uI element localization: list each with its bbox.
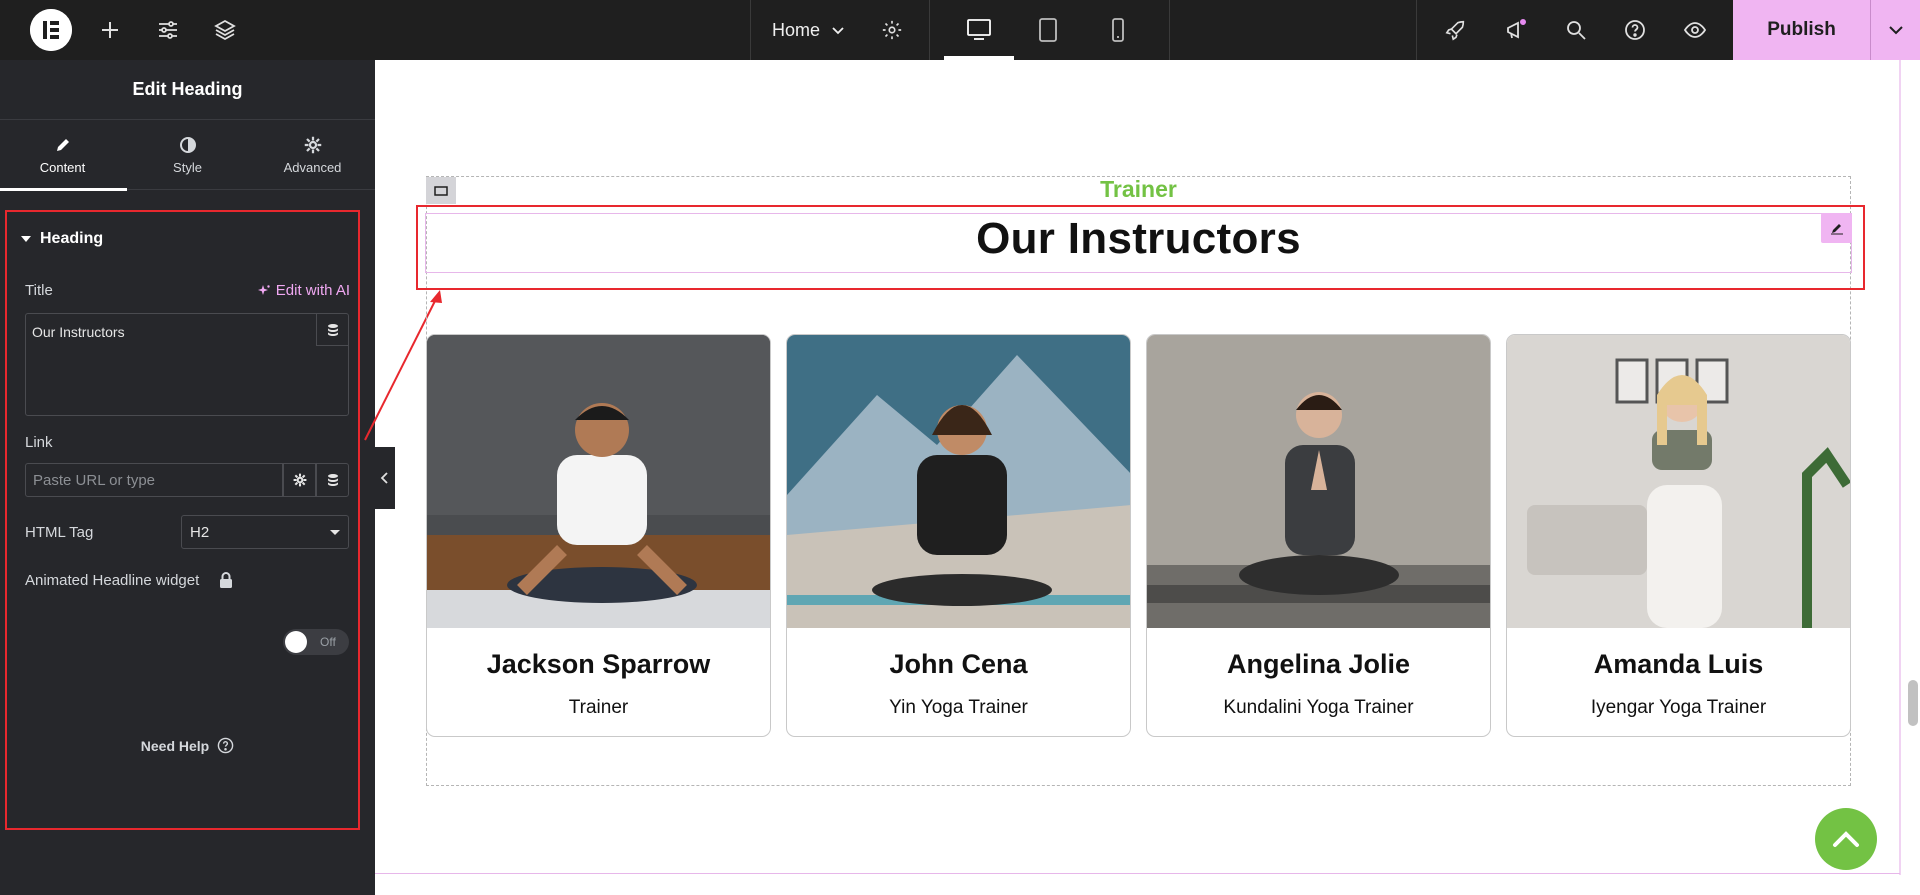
top-bar: Home Publish: [0, 0, 1920, 60]
help-circle-icon: [217, 737, 234, 754]
separator: [750, 0, 751, 60]
rocket-icon[interactable]: [1440, 14, 1472, 46]
instructor-role: Iyengar Yoga Trainer: [1590, 697, 1767, 718]
separator: [929, 0, 930, 60]
section-subtitle[interactable]: Trainer: [426, 176, 1851, 203]
panel-tabs: Content Style Advanced: [0, 120, 375, 191]
title-label: Title: [25, 282, 53, 299]
add-element-icon[interactable]: [94, 14, 126, 46]
title-textarea[interactable]: Our Instructors: [25, 313, 349, 416]
page-settings-gear-icon[interactable]: [876, 14, 908, 46]
caret-down-icon: [330, 530, 340, 535]
instructor-name: John Cena: [889, 649, 1028, 679]
instructor-name: Angelina Jolie: [1226, 649, 1411, 679]
page-selector[interactable]: Home: [772, 0, 846, 60]
toggle-label: Off: [320, 635, 336, 649]
heading-highlight-box: [416, 205, 1865, 290]
link-dynamic-tags-icon[interactable]: [316, 463, 349, 497]
help-icon[interactable]: [1619, 14, 1651, 46]
canvas-edge: [1899, 60, 1901, 875]
instructor-photo: [787, 335, 1130, 628]
tab-style[interactable]: Style: [125, 120, 250, 190]
animated-headline-toggle[interactable]: Off: [283, 629, 349, 655]
edit-with-ai-link[interactable]: Edit with AI: [257, 282, 350, 299]
publish-options-chevron-icon[interactable]: [1870, 0, 1920, 60]
scrollbar-thumb[interactable]: [1908, 680, 1918, 726]
pencil-icon: [56, 138, 69, 151]
instructor-role: Yin Yoga Trainer: [889, 697, 1028, 718]
chevron-left-icon: [380, 472, 388, 484]
dynamic-tags-icon[interactable]: [316, 314, 348, 346]
instructor-role: Kundalini Yoga Trainer: [1223, 697, 1414, 718]
preview-eye-icon[interactable]: [1679, 14, 1711, 46]
tab-label: Advanced: [283, 159, 342, 175]
active-device-indicator: [944, 56, 1014, 60]
chevron-down-icon: [832, 27, 844, 35]
edit-widget-pencil-icon[interactable]: [1821, 213, 1852, 243]
page-name: Home: [772, 19, 821, 40]
toggle-knob: [285, 631, 307, 653]
tab-content[interactable]: Content: [0, 120, 127, 191]
instructor-card[interactable]: Angelina Jolie Kundalini Yoga Trainer: [1146, 334, 1491, 737]
edit-panel: Edit Heading Content Style Advanced Head…: [0, 60, 375, 895]
gear-icon: [304, 136, 321, 153]
separator: [1416, 0, 1417, 60]
publish-button[interactable]: Publish: [1733, 0, 1870, 60]
tablet-view-icon[interactable]: [1032, 14, 1064, 46]
instructor-name: Amanda Luis: [1593, 649, 1764, 679]
link-options-gear-icon[interactable]: [283, 463, 316, 497]
scroll-to-top-button[interactable]: [1815, 808, 1877, 870]
edit-with-ai-label: Edit with AI: [275, 282, 350, 299]
html-tag-value: H2: [190, 523, 210, 541]
instructor-card[interactable]: John Cena Yin Yoga Trainer: [786, 334, 1131, 737]
megaphone-notifications-icon[interactable]: [1500, 14, 1532, 46]
section-title: Heading: [40, 230, 104, 247]
instructor-role: Trainer: [568, 697, 629, 718]
link-url-input[interactable]: Paste URL or type: [25, 463, 283, 497]
html-tag-label: HTML Tag: [25, 524, 94, 541]
mobile-view-icon[interactable]: [1102, 14, 1134, 46]
caret-down-icon: [21, 236, 31, 242]
tab-label: Content: [39, 159, 86, 175]
chevron-up-icon: [1833, 831, 1859, 847]
need-help-label: Need Help: [140, 737, 210, 754]
tab-label: Style: [173, 159, 202, 175]
search-icon[interactable]: [1560, 14, 1592, 46]
site-settings-icon[interactable]: [152, 14, 184, 46]
lock-icon: [220, 572, 232, 588]
instructor-name: Jackson Sparrow: [486, 649, 711, 679]
instructor-photo: [1507, 335, 1850, 628]
layers-icon[interactable]: [209, 14, 241, 46]
instructor-card[interactable]: Amanda Luis Iyengar Yoga Trainer: [1506, 334, 1851, 737]
panel-title: Edit Heading: [0, 60, 375, 120]
collapse-panel-button[interactable]: [375, 447, 395, 509]
half-circle-icon: [179, 136, 196, 153]
animated-headline-label: Animated Headline widget: [25, 572, 200, 589]
html-tag-select[interactable]: H2: [181, 515, 349, 549]
separator: [1169, 0, 1170, 60]
elementor-logo-icon[interactable]: [30, 9, 72, 51]
desktop-view-icon[interactable]: [963, 14, 995, 46]
need-help-link[interactable]: Need Help: [0, 737, 375, 754]
link-label: Link: [25, 434, 53, 451]
instructor-card[interactable]: Jackson Sparrow Trainer: [426, 334, 771, 737]
canvas-scrollbar[interactable]: [1906, 60, 1920, 895]
canvas-bottom-line: [375, 873, 1900, 874]
instructor-photo: [427, 335, 770, 628]
instructor-photo: [1147, 335, 1490, 628]
tab-advanced[interactable]: Advanced: [250, 120, 375, 190]
section-heading-toggle[interactable]: Heading: [20, 230, 103, 248]
sparkle-icon: [257, 284, 270, 295]
